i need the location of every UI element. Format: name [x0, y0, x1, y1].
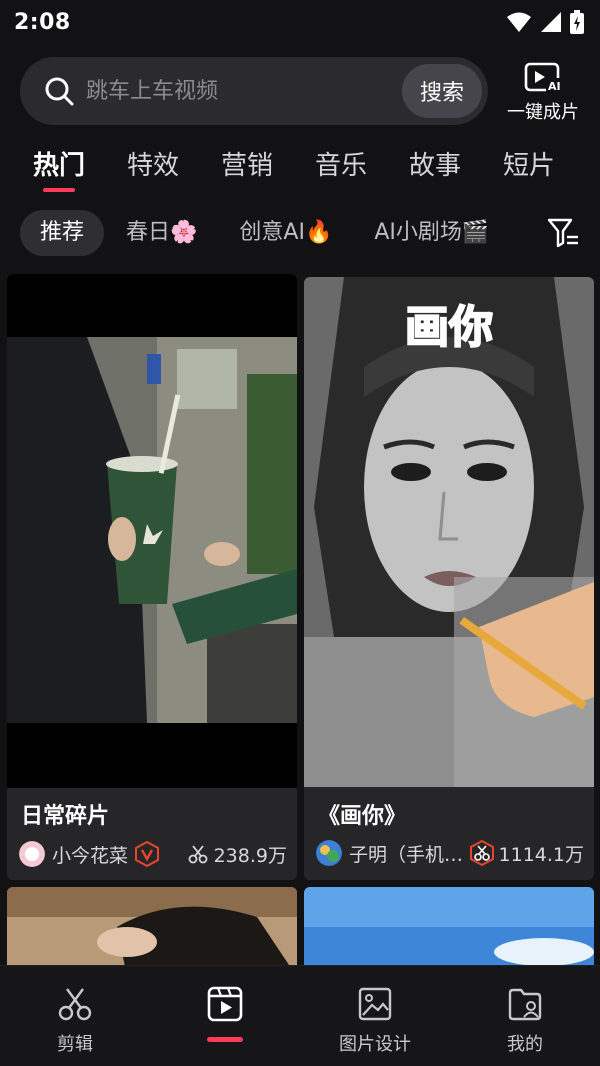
profile-folder-icon	[508, 988, 542, 1021]
status-time: 2:08	[14, 9, 71, 35]
subtab-ai-theater[interactable]: AI小剧场🎬	[354, 210, 509, 256]
card-thumbnail	[304, 887, 594, 977]
subtab-recommended[interactable]: 推荐	[20, 210, 105, 256]
battery-icon	[570, 10, 584, 34]
usage-count: 238.9万	[188, 841, 287, 868]
card-thumbnail	[7, 887, 297, 977]
author-avatar	[316, 840, 342, 866]
search-row: 搜索	[20, 56, 580, 126]
nav-edit[interactable]: 剪辑	[0, 966, 150, 1066]
card-title: 日常碎片	[21, 804, 110, 829]
tab-marketing[interactable]: 营销	[221, 140, 315, 194]
tab-short-film[interactable]: 短片	[503, 140, 597, 194]
card-meta: 小今花菜 238.9万	[19, 838, 287, 870]
card-thumbnail: 画你	[304, 277, 594, 787]
template-card[interactable]: 画你 《画你》 子明（手机… 1114.1万	[304, 277, 594, 880]
tab-story[interactable]: 故事	[409, 140, 503, 194]
usage-count-value: 238.9万	[213, 844, 287, 867]
ai-video-icon: AI	[524, 62, 562, 93]
bottom-nav: 剪辑 图片设计 我的	[0, 965, 600, 1066]
nav-templates[interactable]	[150, 966, 300, 1066]
image-icon	[358, 987, 392, 1021]
creator-badge-icon	[470, 840, 495, 866]
nav-profile[interactable]: 我的	[450, 966, 600, 1066]
status-bar: 2:08	[0, 0, 600, 44]
subtab-spring[interactable]: 春日🌸	[106, 210, 217, 256]
tab-effects[interactable]: 特效	[127, 140, 221, 194]
template-card[interactable]	[304, 887, 594, 977]
scissors-icon	[188, 845, 207, 864]
signal-icon	[541, 12, 561, 32]
status-icons	[506, 10, 584, 34]
usage-count-value: 1114.1万	[498, 843, 584, 866]
template-card[interactable]: 日常碎片 小今花菜 238.9万	[7, 274, 297, 880]
search-button[interactable]: 搜索	[402, 64, 482, 118]
active-tab-indicator	[207, 1037, 243, 1042]
author-avatar	[19, 841, 45, 867]
oneclick-button[interactable]: AI 一键成片	[503, 60, 583, 126]
main-tabs: 热门 特效 营销 音乐 故事 短片	[0, 140, 600, 196]
wifi-icon	[507, 12, 531, 32]
nav-label: 剪辑	[57, 1034, 93, 1055]
nav-image-design[interactable]: 图片设计	[300, 966, 450, 1066]
card-overlay-text: 画你	[405, 302, 493, 353]
tab-hot[interactable]: 热门	[33, 140, 127, 194]
card-thumbnail	[7, 274, 297, 788]
subtab-creative-ai[interactable]: 创意AI🔥	[219, 210, 352, 256]
card-title: 《画你》	[318, 804, 407, 829]
verified-badge-icon	[135, 841, 160, 867]
filter-icon[interactable]	[546, 216, 580, 250]
svg-text:AI: AI	[548, 80, 561, 93]
template-card[interactable]	[7, 887, 297, 977]
scissors-icon	[58, 988, 92, 1021]
nav-label: 图片设计	[339, 1034, 411, 1055]
tab-music[interactable]: 音乐	[315, 140, 409, 194]
search-icon	[45, 77, 74, 106]
author-name: 子明（手机…	[349, 843, 464, 866]
search-box[interactable]: 搜索	[20, 57, 488, 125]
search-input[interactable]	[86, 78, 402, 104]
template-play-icon	[207, 986, 243, 1022]
oneclick-label: 一键成片	[507, 102, 579, 123]
card-meta: 子明（手机… 1114.1万	[316, 837, 584, 869]
nav-label: 我的	[507, 1034, 543, 1055]
usage-count: 1114.1万	[499, 840, 584, 867]
sub-tabs: 推荐 春日🌸 创意AI🔥 AI小剧场🎬	[20, 210, 580, 256]
author-name: 小今花菜	[52, 844, 129, 867]
